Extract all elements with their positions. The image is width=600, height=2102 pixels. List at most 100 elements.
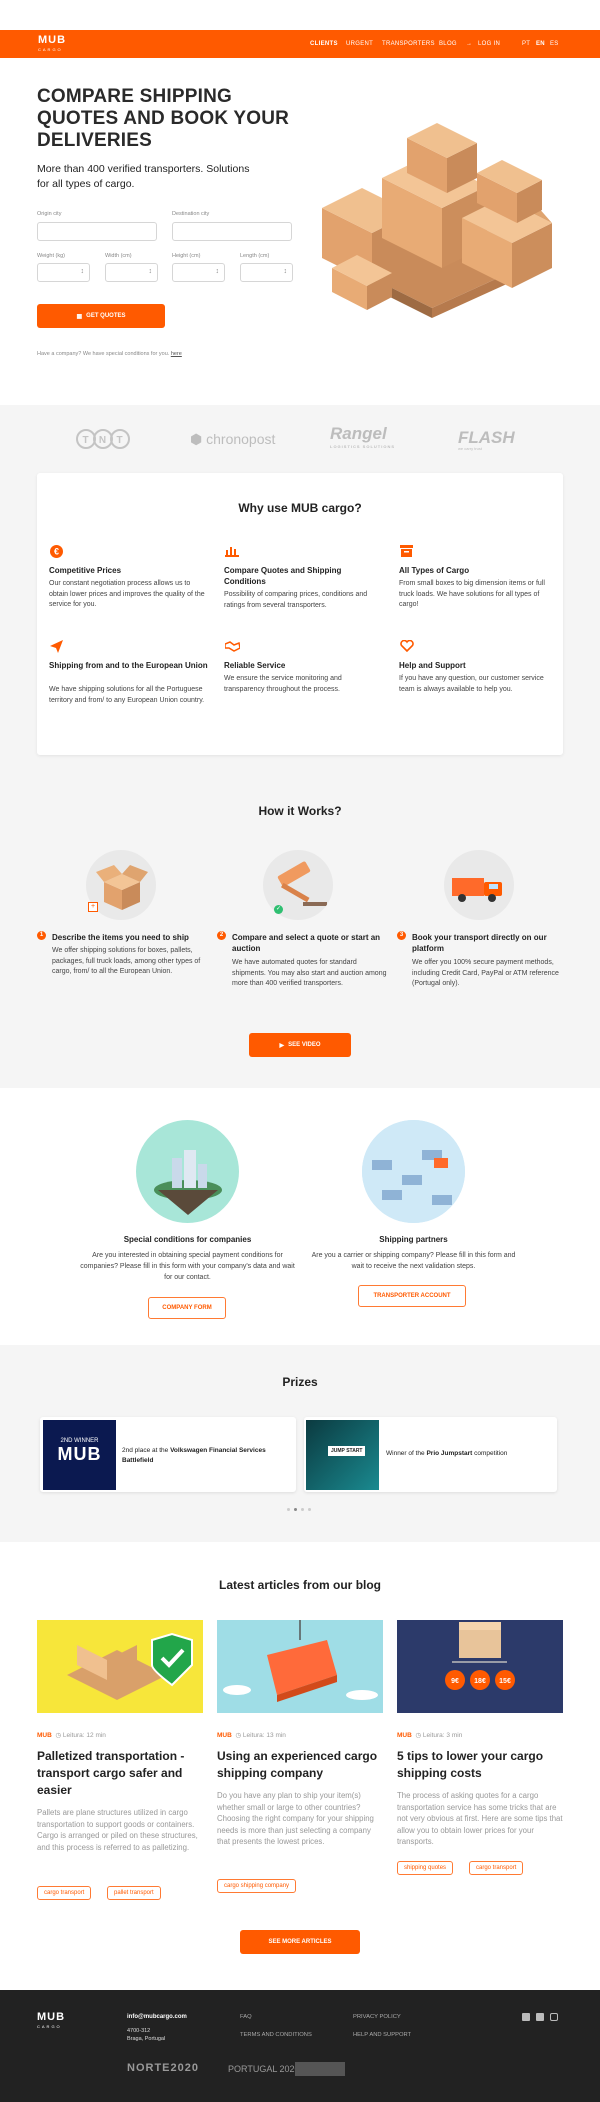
height-input[interactable] [172,263,225,282]
blog-title-3[interactable]: 5 tips to lower your cargo shipping cost… [397,1748,563,1782]
step-1-desc: We offer shipping solutions for boxes, p… [52,947,201,975]
feature-title-5: Reliable Service [224,661,286,670]
step-2-number: 2 [217,931,226,940]
step-2-title: Compare and select a quote or start an a… [232,933,381,953]
transporter-account-button[interactable]: TRANSPORTER ACCOUNT [358,1285,466,1307]
prize-image-2: JUMP START [306,1420,379,1490]
step-1-number: 1 [37,931,46,940]
blog-title: Latest articles from our blog [218,1578,382,1592]
get-quotes-button[interactable]: ▦ GET QUOTES [37,304,165,328]
carousel-dot-2[interactable] [294,1508,297,1511]
carousel-dot-1[interactable] [287,1508,290,1511]
blog-desc-1: Pallets are plane structures utilized in… [37,1808,198,1852]
prize-text-1: 2nd place at the Volkswagen Financial Se… [122,1447,266,1464]
lang-en[interactable]: EN [536,41,545,47]
blog-tag[interactable]: cargo transport [37,1886,92,1900]
login-icon[interactable]: → [466,41,472,47]
price-tag-1: 9€ [451,1678,459,1685]
length-input[interactable] [240,263,293,282]
partner-tnt-n: N [99,435,107,446]
weight-input[interactable] [37,263,90,282]
facebook-icon[interactable] [522,2013,530,2021]
shipping-partners-desc: Are you a carrier or shipping company? P… [311,1252,516,1270]
lang-es[interactable]: ES [550,41,559,47]
carousel-dot-4[interactable] [308,1508,311,1511]
sponsor-norte2020: NORTE2020 [127,2062,199,2074]
footer: MUB CARGO info@mubcargo.com 4700-312 Brag… [0,1990,600,2102]
euro-icon: € [50,545,64,559]
top-navbar: MUB CARGO CLIENTS URGENT TRANSPORTERS BLO… [0,30,600,58]
step-1-title: Describe the items you need to ship [52,933,189,942]
instagram-icon[interactable] [550,2013,558,2021]
handshake-icon [224,640,241,654]
svg-text:€: € [54,547,59,557]
shipping-partners-title: Shipping partners [379,1235,448,1244]
companies-title: Special conditions for companies [123,1235,252,1244]
feature-desc-2: Possibility of comparing prices, conditi… [224,591,368,609]
price-tag-3: 15€ [499,1678,511,1685]
feature-title-2: Compare Quotes and Shipping Conditions [224,566,342,586]
hero-subtitle: More than 400 verified transporters. Sol… [37,163,250,190]
length-label: Length (cm) [240,253,270,259]
partner-logo-tnt: TNT [76,428,130,455]
nav-link-urgent[interactable]: URGENT [346,41,373,47]
footer-link-terms[interactable]: TERMS AND CONDITIONS [240,2032,312,2038]
destination-city-input[interactable] [172,222,292,241]
feature-desc-4: We have shipping solutions for all the P… [49,686,205,704]
check-icon: ✓ [274,905,283,914]
width-label: Width (cm) [105,253,132,259]
blog-tag[interactable]: shipping quotes [397,1861,454,1875]
origin-city-input[interactable] [37,222,157,241]
footer-email[interactable]: info@mubcargo.com [127,2014,187,2020]
nav-link-login[interactable]: LOG IN [478,41,500,47]
partner-tnt-t2: T [116,435,123,446]
feature-title-4: Shipping from and to the European Union [49,661,208,670]
blog-meta-2: MUB ◷ Leitura: 13 min [217,1732,286,1739]
twitter-icon[interactable] [536,2013,544,2021]
sponsor-eu-logo [295,2062,345,2076]
blog-title-2[interactable]: Using an experienced cargo shipping comp… [217,1748,383,1782]
see-more-articles-button[interactable]: SEE MORE ARTICLES [240,1930,360,1954]
blog-tag[interactable]: cargo transport [469,1861,524,1875]
feature-title-1: Competitive Prices [49,566,122,575]
blog-image-1[interactable] [37,1620,203,1713]
heart-icon [400,639,414,654]
footer-address-2: Braga, Portugal [127,2036,166,2042]
prize-text-2: Winner of the Prio Jumpstart competition [386,1450,508,1457]
see-video-button[interactable]: ▶ SEE VIDEO [249,1033,351,1057]
carousel-dot-3[interactable] [301,1508,304,1511]
feature-desc-3: From small boxes to big dimension items … [399,580,545,608]
feature-desc-1: Our constant negotiation process allows … [49,580,205,608]
lang-pt[interactable]: PT [522,41,530,47]
feature-title-3: All Types of Cargo [399,566,470,575]
box-icon [400,545,414,559]
height-label: Height (cm) [172,253,201,259]
step-3-illustration [444,850,514,920]
blog-image-3[interactable]: 9€ 18€ 15€ [397,1620,563,1713]
blog-title-1[interactable]: Palletized transportation - transport ca… [37,1748,203,1799]
logo[interactable]: MUB CARGO [38,35,66,55]
blog-tag[interactable]: pallet transport [107,1886,161,1900]
blog-tag[interactable]: cargo shipping company [217,1879,297,1893]
partner-logo-rangel: Rangel LOGISTICS SOLUTIONS [330,424,396,449]
footer-link-help[interactable]: HELP AND SUPPORT [353,2032,411,2038]
footer-link-privacy[interactable]: PRIVACY POLICY [353,2014,401,2020]
partners-illustration [362,1120,465,1223]
clock-icon: ◷ [55,1732,62,1739]
company-note: Have a company? We have special conditio… [37,351,182,357]
companies-illustration [136,1120,239,1223]
width-input[interactable] [105,263,158,282]
nav-link-clients[interactable]: CLIENTS [310,41,338,47]
blog-desc-2: Do you have any plan to ship your item(s… [217,1791,374,1846]
company-here-link[interactable]: here [171,351,182,357]
how-title: How it Works? [258,804,342,818]
price-tag-2: 18€ [474,1678,486,1685]
nav-link-transporters[interactable]: TRANSPORTERS [382,41,435,47]
sponsor-portugal2020: PORTUGAL 2020 [228,2064,300,2074]
blog-image-2[interactable] [217,1620,383,1713]
company-form-button[interactable]: COMPANY FORM [148,1297,226,1319]
footer-logo[interactable]: MUB CARGO [37,2012,65,2032]
nav-link-blog[interactable]: BLOG [439,41,457,47]
blog-meta-1: MUB ◷ Leitura: 12 min [37,1732,106,1739]
footer-link-faq[interactable]: FAQ [240,2014,252,2020]
